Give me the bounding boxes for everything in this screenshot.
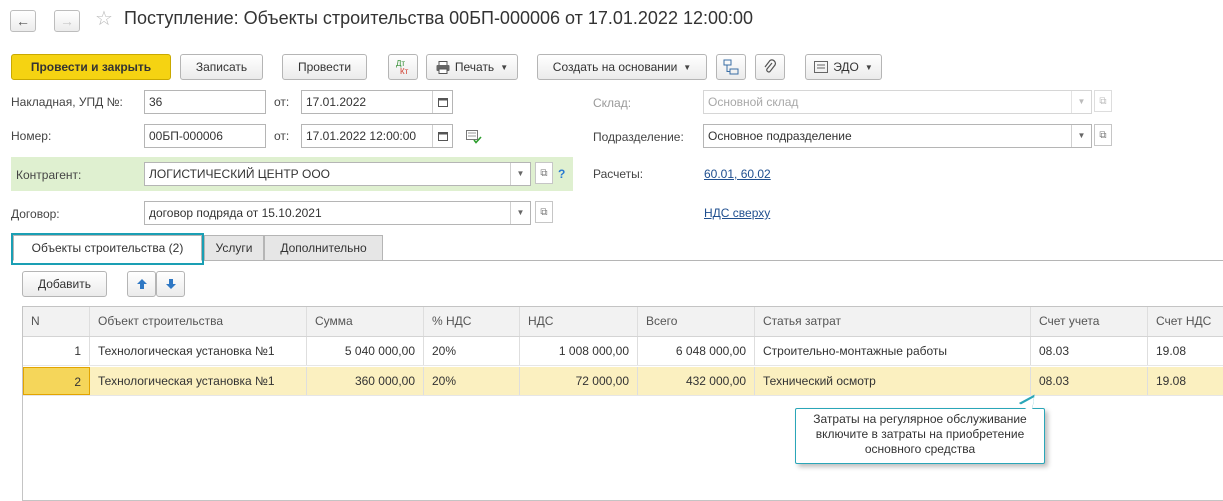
edo-icon [814, 61, 829, 73]
dt-kt-button[interactable]: Дт Кт [388, 54, 418, 80]
post-and-close-button[interactable]: Провести и закрыть [11, 54, 171, 80]
vat-account-cell[interactable]: 19.08 [1148, 337, 1223, 365]
contract-field[interactable]: договор подряда от 15.10.2021 ▼ [144, 201, 531, 225]
caret-down-icon: ▼ [864, 62, 873, 72]
vat-rate-cell[interactable]: 20% [424, 367, 520, 395]
col-cost-item[interactable]: Статья затрат [755, 307, 1031, 336]
attach-button[interactable] [755, 54, 785, 80]
vat-cell[interactable]: 72 000,00 [520, 367, 638, 395]
settlements-label: Расчеты: [593, 167, 644, 181]
vat-on-top-link[interactable]: НДС сверху [704, 206, 770, 220]
arrow-down-icon [165, 279, 176, 289]
open-contract-icon[interactable]: ⧉ [535, 201, 553, 223]
forward-button[interactable]: → [54, 10, 80, 32]
col-vat-account[interactable]: Счет НДС [1148, 307, 1223, 336]
move-up-button[interactable] [127, 271, 156, 297]
warehouse-field: Основной склад ▼ [703, 90, 1092, 114]
cost-item-cell[interactable]: Строительно-монтажные работы [755, 337, 1031, 365]
document-check-icon[interactable] [466, 130, 482, 147]
row-number: 2 [23, 367, 90, 395]
open-department-icon[interactable]: ⧉ [1094, 124, 1112, 146]
open-warehouse-icon: ⧉ [1094, 90, 1112, 112]
invoice-label: Накладная, УПД №: [11, 95, 123, 109]
vat-account-cell[interactable]: 19.08 [1148, 367, 1223, 395]
row-number: 1 [23, 337, 90, 365]
invoice-date-field[interactable]: 17.01.2022 [301, 90, 453, 114]
total-cell[interactable]: 432 000,00 [638, 367, 755, 395]
page-title: Поступление: Объекты строительства 00БП-… [124, 8, 754, 28]
back-button[interactable]: ← [10, 10, 36, 32]
calendar-icon[interactable] [432, 125, 452, 147]
printer-icon [436, 60, 450, 74]
contract-label: Договор: [11, 207, 60, 221]
col-total[interactable]: Всего [638, 307, 755, 336]
tab-services[interactable]: Услуги [204, 235, 264, 261]
construction-objects-table: N Объект строительства Сумма % НДС НДС В… [22, 306, 1223, 501]
help-icon[interactable]: ? [558, 167, 565, 181]
chevron-down-icon[interactable]: ▼ [510, 202, 530, 224]
callout-line: Затраты на регулярное обслуживание [813, 412, 1027, 426]
post-button[interactable]: Провести [282, 54, 367, 80]
number-date-field[interactable]: 17.01.2022 12:00:00 [301, 124, 453, 148]
active-tab-highlight [11, 233, 204, 265]
department-field[interactable]: Основное подразделение ▼ [703, 124, 1092, 148]
arrow-up-icon [136, 279, 147, 289]
sum-cell[interactable]: 360 000,00 [307, 367, 424, 395]
star-icon[interactable]: ☆ [95, 6, 113, 31]
save-button[interactable]: Записать [180, 54, 263, 80]
edo-button[interactable]: ЭДО ▼ [805, 54, 882, 80]
table-row[interactable]: 2 Технологическая установка №1 360 000,0… [23, 367, 1223, 396]
caret-down-icon: ▼ [500, 62, 509, 72]
total-cell[interactable]: 6 048 000,00 [638, 337, 755, 365]
move-down-button[interactable] [156, 271, 185, 297]
invoice-date-label: от: [274, 95, 290, 109]
chevron-down-icon[interactable]: ▼ [1071, 125, 1091, 147]
open-counterparty-icon[interactable]: ⧉ [535, 162, 553, 184]
settlements-link[interactable]: 60.01, 60.02 [704, 167, 771, 181]
col-account[interactable]: Счет учета [1031, 307, 1148, 336]
paperclip-icon [764, 59, 776, 73]
arrow-left-icon: ← [16, 13, 30, 29]
create-based-on-button[interactable]: Создать на основании ▼ [537, 54, 707, 80]
object-cell[interactable]: Технологическая установка №1 [90, 367, 307, 395]
number-field[interactable]: 00БП-000006 [144, 124, 266, 148]
callout-line: основного средства [864, 442, 976, 456]
print-button[interactable]: Печать ▼ [426, 54, 518, 80]
hierarchy-icon [723, 59, 739, 75]
callout-note: Затраты на регулярное обслуживание включ… [795, 408, 1045, 464]
svg-text:Кт: Кт [400, 67, 409, 76]
dt-kt-icon: Дт Кт [396, 59, 409, 76]
number-label: Номер: [11, 129, 52, 143]
invoice-number-field[interactable]: 36 [144, 90, 266, 114]
chevron-down-icon: ▼ [1071, 91, 1091, 113]
calendar-icon[interactable] [432, 91, 452, 113]
warehouse-label: Склад: [593, 96, 632, 110]
sum-cell[interactable]: 5 040 000,00 [307, 337, 424, 365]
object-cell[interactable]: Технологическая установка №1 [90, 337, 307, 365]
col-n[interactable]: N [23, 307, 90, 336]
cost-item-cell[interactable]: Технический осмотр [755, 367, 1031, 395]
counterparty-field[interactable]: ЛОГИСТИЧЕСКИЙ ЦЕНТР ООО ▼ [144, 162, 531, 186]
tab-additional[interactable]: Дополнительно [264, 235, 383, 261]
account-cell[interactable]: 08.03 [1031, 367, 1148, 395]
structure-button[interactable] [716, 54, 746, 80]
department-label: Подразделение: [593, 130, 684, 144]
table-row[interactable]: 1 Технологическая установка №1 5 040 000… [23, 337, 1223, 366]
table-header: N Объект строительства Сумма % НДС НДС В… [23, 307, 1223, 337]
account-cell[interactable]: 08.03 [1031, 337, 1148, 365]
col-object[interactable]: Объект строительства [90, 307, 307, 336]
arrow-right-icon: → [60, 13, 74, 29]
col-vat[interactable]: НДС [520, 307, 638, 336]
number-date-label: от: [274, 129, 290, 143]
col-vat-rate[interactable]: % НДС [424, 307, 520, 336]
chevron-down-icon[interactable]: ▼ [510, 163, 530, 185]
caret-down-icon: ▼ [683, 62, 692, 72]
col-sum[interactable]: Сумма [307, 307, 424, 336]
vat-rate-cell[interactable]: 20% [424, 337, 520, 365]
vat-cell[interactable]: 1 008 000,00 [520, 337, 638, 365]
add-button[interactable]: Добавить [22, 271, 107, 297]
callout-line: включите в затраты на приобретение [815, 427, 1025, 441]
counterparty-label: Контрагент: [16, 168, 82, 182]
